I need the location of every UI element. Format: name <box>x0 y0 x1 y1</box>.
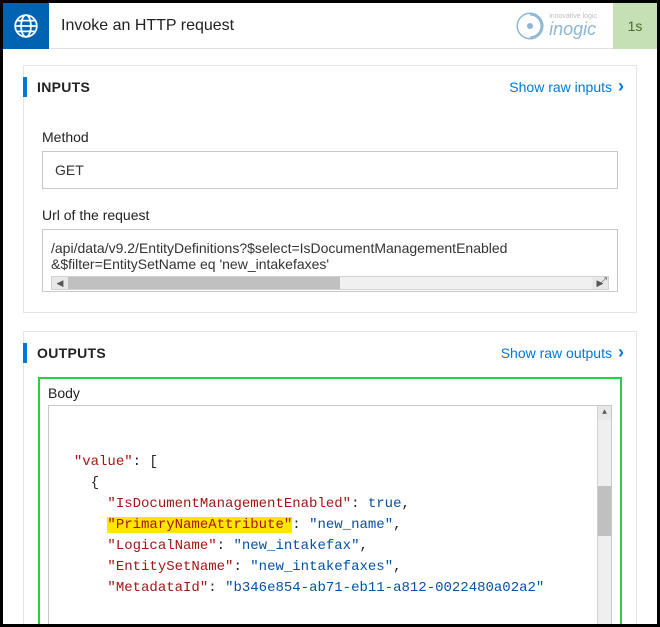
brand-text: innovative logic inogic <box>549 13 597 38</box>
url-value: /api/data/v9.2/EntityDefinitions?$select… <box>42 229 618 292</box>
json-key-metadataid: "MetadataId" <box>107 580 208 596</box>
brand-swirl-icon <box>515 11 545 41</box>
json-val-esn: "new_intakefaxes" <box>250 559 393 575</box>
brand-name: inogic <box>549 19 596 39</box>
body-highlight-box: Body "value": [ { "IsDocumentManagementE… <box>38 377 622 627</box>
json-key-entitysetname: "EntitySetName" <box>107 559 233 575</box>
scroll-up-button[interactable]: ▲ <box>598 406 611 420</box>
show-raw-outputs-link[interactable]: Show raw outputs › <box>501 342 624 363</box>
body-label: Body <box>48 385 612 401</box>
method-value: GET <box>42 151 618 189</box>
json-key-isdme: "IsDocumentManagementEnabled" <box>107 496 351 512</box>
show-raw-outputs-label: Show raw outputs <box>501 345 612 361</box>
url-line-2: &$filter=EntitySetName eq 'new_intakefax… <box>51 256 609 272</box>
vertical-scrollbar[interactable]: ▲ ▼ <box>597 406 611 627</box>
brand-logo: innovative logic inogic <box>515 11 597 41</box>
show-raw-inputs-label: Show raw inputs <box>509 79 612 95</box>
globe-icon <box>13 13 39 39</box>
json-key-value: "value" <box>74 454 133 470</box>
json-key-logicalname: "LogicalName" <box>107 538 216 554</box>
json-val-pna: "new_name" <box>309 517 393 533</box>
accent-bar <box>23 343 27 363</box>
window-frame: Invoke an HTTP request innovative logic … <box>0 0 660 627</box>
show-raw-inputs-link[interactable]: Show raw inputs › <box>509 76 624 97</box>
title-bar: Invoke an HTTP request innovative logic … <box>3 3 657 49</box>
inputs-panel-header: INPUTS Show raw inputs › <box>24 66 636 107</box>
duration-badge: 1s <box>613 3 657 49</box>
json-val-isdme: true <box>368 496 402 512</box>
chevron-right-icon: › <box>618 342 624 363</box>
scroll-track[interactable] <box>68 277 592 289</box>
content-area: INPUTS Show raw inputs › Method GET Url … <box>3 49 657 627</box>
scroll-thumb[interactable] <box>68 277 340 289</box>
inputs-title: INPUTS <box>37 79 90 95</box>
scroll-left-button[interactable]: ◀ <box>52 277 68 289</box>
url-label: Url of the request <box>42 207 618 223</box>
json-val-logical: "new_intakefax" <box>233 538 359 554</box>
accent-bar <box>23 77 27 97</box>
chevron-right-icon: › <box>618 76 624 97</box>
inputs-panel: INPUTS Show raw inputs › Method GET Url … <box>23 65 637 313</box>
outputs-panel: OUTPUTS Show raw outputs › Body "value":… <box>23 331 637 627</box>
json-content: "value": [ { "IsDocumentManagementEnable… <box>49 448 611 603</box>
json-val-meta: "b346e854-ab71-eb11-a812-0022480a02a2" <box>225 580 544 596</box>
vertical-scroll-thumb[interactable] <box>598 486 611 536</box>
horizontal-scrollbar[interactable]: ◀ ▶ <box>51 276 609 290</box>
outputs-title: OUTPUTS <box>37 345 106 361</box>
json-key-primarynameattribute: "PrimaryNameAttribute" <box>107 517 292 533</box>
url-line-1: /api/data/v9.2/EntityDefinitions?$select… <box>51 240 609 256</box>
outputs-panel-header: OUTPUTS Show raw outputs › <box>24 332 636 373</box>
action-icon-tile <box>3 3 49 49</box>
method-label: Method <box>42 129 618 145</box>
scroll-right-button[interactable]: ▶ <box>592 277 608 289</box>
body-json-box: "value": [ { "IsDocumentManagementEnable… <box>48 405 612 627</box>
